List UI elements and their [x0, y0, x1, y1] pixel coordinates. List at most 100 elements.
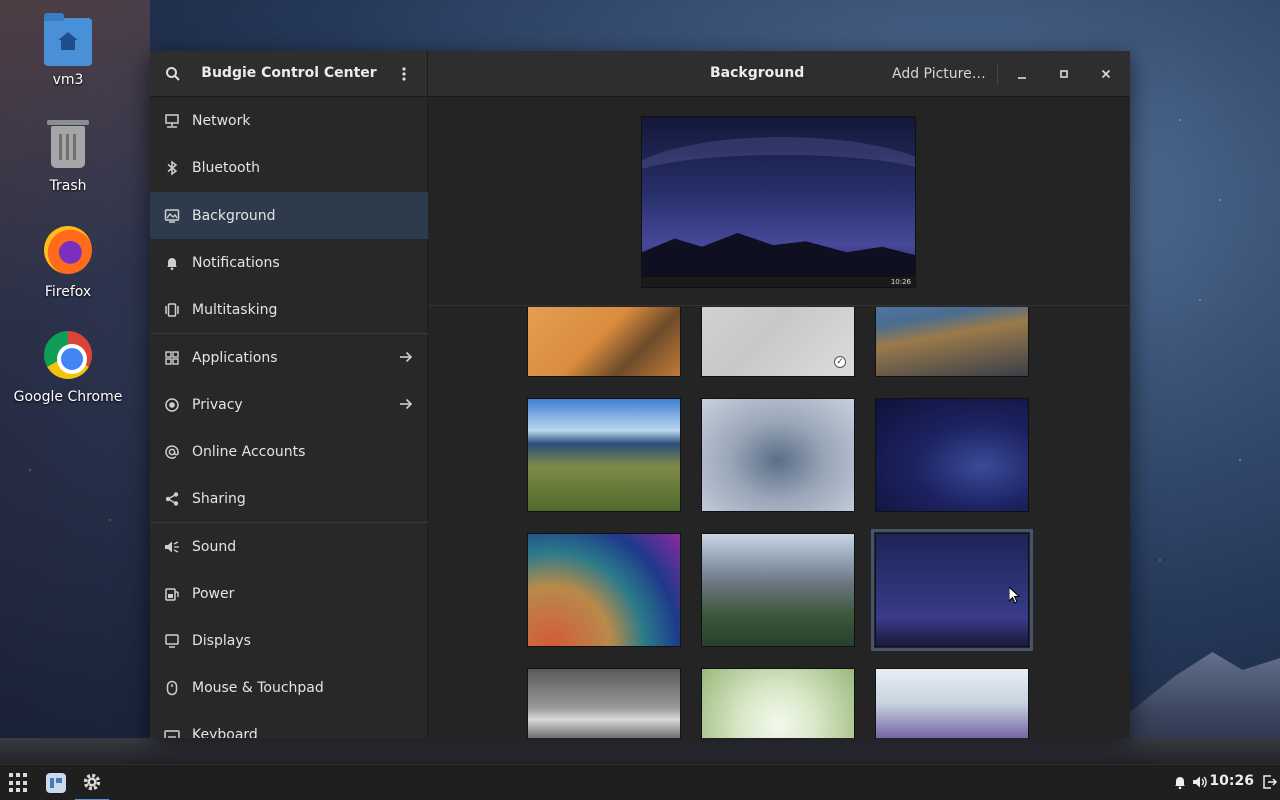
network-icon — [165, 113, 179, 128]
background-panel: 10:26 ✓ — [429, 97, 1130, 738]
checkmark-icon: ✓ — [834, 356, 846, 368]
multitasking-icon — [165, 302, 179, 317]
sidebar-item-label: Keyboard — [192, 726, 258, 739]
sidebar-item-notifications[interactable]: Notifications — [150, 239, 428, 286]
display-icon — [165, 633, 179, 648]
sidebar-item-online-accounts[interactable]: Online Accounts — [150, 428, 428, 475]
background-icon — [164, 208, 180, 223]
wallpaper-thumb[interactable] — [527, 398, 681, 512]
firefox-icon — [44, 226, 92, 274]
desktop-icon-chrome[interactable]: Google Chrome — [8, 331, 128, 405]
background-preview-area: 10:26 — [429, 97, 1130, 306]
maximize-button[interactable] — [1052, 62, 1076, 86]
header-separator — [997, 63, 998, 85]
add-picture-button[interactable]: Add Picture… — [880, 61, 998, 87]
sidebar-item-label: Displays — [192, 632, 251, 649]
speaker-icon — [165, 540, 179, 553]
sidebar-item-label: Multitasking — [192, 301, 278, 318]
wallpaper-thumb[interactable] — [527, 533, 681, 647]
sidebar-item-background[interactable]: Background — [150, 192, 428, 239]
sidebar-item-label: Sound — [192, 538, 237, 555]
taskbar-settings-app[interactable] — [75, 765, 109, 800]
at-icon — [165, 444, 179, 459]
sidebar-item-label: Bluetooth — [192, 159, 260, 176]
wallpaper-thumb[interactable] — [527, 668, 681, 738]
sidebar-item-label: Notifications — [192, 254, 280, 271]
preview-panel-bar: 10:26 — [642, 277, 915, 287]
taskbar-files-launcher[interactable] — [42, 765, 70, 800]
files-icon — [46, 773, 66, 793]
sidebar-item-network[interactable]: Network — [150, 97, 428, 144]
sidebar-item-label: Power — [192, 585, 235, 602]
search-icon — [166, 67, 180, 81]
apps-grid-icon — [9, 773, 29, 793]
wallpaper-thumb[interactable] — [875, 307, 1029, 377]
share-icon — [165, 491, 179, 506]
sidebar-item-label: Privacy — [192, 396, 243, 413]
sidebar-item-multitasking[interactable]: Multitasking — [150, 286, 428, 333]
desktop-icon-firefox[interactable]: Firefox — [8, 226, 128, 300]
taskbar-clock[interactable]: 10:26 — [1209, 773, 1254, 789]
bluetooth-icon — [167, 160, 178, 175]
volume-icon — [1193, 776, 1207, 788]
control-center-window: Budgie Control Center Background Add Pic… — [150, 51, 1130, 738]
minimize-icon — [1018, 77, 1026, 79]
wallpaper-thumb[interactable] — [701, 668, 855, 738]
wallpaper-thumb[interactable] — [875, 398, 1029, 512]
bell-icon — [1175, 777, 1185, 790]
taskbar: 10:26 — [0, 764, 1280, 800]
chrome-icon — [44, 331, 92, 379]
sidebar-item-label: Online Accounts — [192, 443, 306, 460]
trash-icon — [47, 120, 89, 168]
close-button[interactable] — [1094, 62, 1118, 86]
wallpaper-thumb[interactable] — [701, 533, 855, 647]
window-header: Budgie Control Center Background Add Pic… — [150, 51, 1130, 97]
apps-icon — [165, 350, 179, 365]
sidebar-item-label: Sharing — [192, 490, 246, 507]
desktop-icon-trash[interactable]: Trash — [8, 120, 128, 194]
sidebar-item-applications[interactable]: Applications — [150, 334, 428, 381]
wallpaper-thumb[interactable] — [875, 668, 1029, 738]
sidebar-title: Budgie Control Center — [201, 65, 377, 81]
sidebar-item-privacy[interactable]: Privacy — [150, 381, 428, 428]
logout-icon — [1263, 775, 1278, 789]
desktop-icon-label: Firefox — [44, 284, 92, 300]
mouse-icon — [166, 680, 178, 695]
wallpaper-thumb[interactable] — [701, 398, 855, 512]
sidebar-item-bluetooth[interactable]: Bluetooth — [150, 144, 428, 191]
desktop-ground — [0, 738, 1280, 764]
desktop-icon-home[interactable]: vm3 — [8, 13, 128, 88]
sidebar-item-displays[interactable]: Displays — [150, 617, 428, 664]
wallpaper-thumb[interactable]: ✓ — [701, 307, 855, 377]
search-button[interactable] — [159, 60, 187, 88]
arrow-right-icon — [400, 398, 413, 410]
app-menu-button[interactable] — [6, 765, 32, 800]
main-menu-button[interactable] — [390, 60, 418, 88]
notifications-tray-button[interactable] — [1172, 774, 1188, 790]
sidebar: Network Bluetooth Background Notificatio… — [150, 97, 428, 738]
power-menu-button[interactable] — [1262, 774, 1278, 790]
wallpaper-grid: ✓ — [429, 307, 1130, 738]
wallpaper-thumb-selected[interactable] — [871, 529, 1033, 651]
keyboard-icon — [164, 729, 180, 738]
sidebar-item-power[interactable]: Power — [150, 570, 428, 617]
sidebar-item-sharing[interactable]: Sharing — [150, 475, 428, 522]
sidebar-item-sound[interactable]: Sound — [150, 523, 428, 570]
minimize-button[interactable] — [1010, 62, 1034, 86]
sidebar-item-keyboard[interactable]: Keyboard — [150, 711, 428, 738]
privacy-icon — [165, 397, 179, 412]
mouse-cursor-icon — [1009, 587, 1021, 604]
home-folder-icon — [44, 13, 92, 66]
maximize-icon — [1060, 70, 1068, 78]
page-title: Background — [710, 65, 805, 81]
sidebar-item-label: Mouse & Touchpad — [192, 679, 324, 696]
sidebar-item-label: Applications — [192, 349, 278, 366]
sidebar-item-label: Background — [192, 207, 276, 224]
close-icon — [1101, 69, 1111, 79]
sidebar-header: Budgie Control Center — [150, 51, 428, 97]
volume-tray-button[interactable] — [1192, 774, 1208, 790]
wallpaper-thumb[interactable] — [527, 307, 681, 377]
sidebar-item-mouse-touchpad[interactable]: Mouse & Touchpad — [150, 664, 428, 711]
current-background-preview: 10:26 — [641, 116, 916, 288]
bell-icon — [167, 257, 177, 270]
